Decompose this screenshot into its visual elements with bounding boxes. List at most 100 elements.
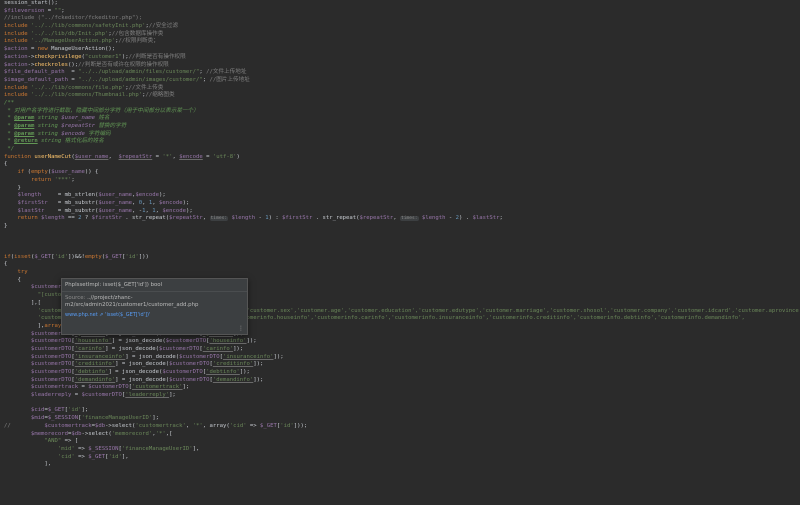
code-line[interactable]: */ (0, 146, 800, 154)
code-line[interactable]: * 对用户名字符进行截取，隐藏中间部分字符（用于中间部分以表示某一个） (0, 108, 800, 116)
code-token: )) { (84, 169, 99, 176)
more-options-icon[interactable]: ⋮ (238, 325, 244, 332)
code-token: string (34, 130, 62, 137)
code-line[interactable]: $image_default_path = "../../upload/admi… (0, 77, 800, 85)
code-line[interactable]: $length = mb_strlen($user_name,$encode); (0, 192, 800, 200)
code-line[interactable] (0, 400, 800, 408)
code-line[interactable]: $customerDTO['debtinfo'] = json_decode($… (0, 369, 800, 377)
code-line[interactable]: $customertrack = $customerDTO['customert… (0, 384, 800, 392)
code-token: $_SESSION (88, 445, 119, 452)
code-line[interactable]: try (0, 269, 800, 277)
code-line[interactable]: include '../../lib/commons/safetyInit.ph… (0, 23, 800, 31)
code-token: 替换的字符 (94, 123, 127, 129)
code-token: $repeatStr (61, 123, 95, 129)
code-line[interactable]: include '../../lib/commons/Thumbnail.php… (0, 92, 800, 100)
code-token: $length (41, 215, 65, 222)
code-line[interactable]: $fileversion = ""; (0, 8, 800, 16)
code-line[interactable]: $memorecord=$db->select('memorecord','*'… (0, 431, 800, 439)
code-line[interactable]: $customerDTO['demandinfo'] = json_decode… (0, 377, 800, 385)
code-token: $image_default_path (4, 76, 68, 83)
code-line[interactable]: $customerDTO['carinfo'] = json_decode($c… (0, 346, 800, 354)
php-docs-link[interactable]: www.php.net ⇗ 'isset($_GET['id'])' (62, 309, 247, 318)
code-line[interactable] (0, 238, 800, 246)
code-line[interactable]: $mid=$_SESSION['financeManageUserID']; (0, 415, 800, 423)
code-line[interactable] (0, 231, 800, 239)
code-token: == (64, 215, 79, 222)
code-token: times: (209, 216, 229, 222)
code-line[interactable]: $customerDTO['creditinfo'] = json_decode… (0, 361, 800, 369)
code-token: session_start(); (4, 0, 58, 6)
code-line[interactable]: } (0, 223, 800, 231)
code-token: @param (14, 123, 35, 129)
tooltip-source-label: Source: (65, 295, 86, 301)
code-token: - (255, 215, 266, 222)
code-token: $action (4, 61, 28, 68)
code-editor[interactable]: session_start(); $fileversion = "";//incl… (0, 0, 800, 505)
code-token: , (132, 199, 139, 206)
quick-documentation-popup: PhpIssetImpl: isset($_GET['id']) bool So… (61, 278, 248, 335)
code-line[interactable]: 'cid' => $_GET['id'], (0, 454, 800, 462)
code-line[interactable]: session_start(); (0, 0, 800, 8)
code-line[interactable]: * @param string $repeatStr 替换的字符 (0, 123, 800, 131)
code-token: $customerDTO (165, 338, 207, 345)
code-line[interactable] (0, 246, 800, 254)
code-token: ], (4, 322, 45, 329)
code-line[interactable]: $cid=$_GET['id']; (0, 407, 800, 415)
code-line[interactable]: return $length == 2 ? $firstStr . str_re… (0, 215, 800, 223)
code-line[interactable]: ], (0, 461, 800, 469)
code-token: //安全过滤 (148, 23, 178, 30)
code-token: ]); (246, 338, 257, 345)
code-line[interactable]: { (0, 261, 800, 269)
code-token: 'id' (280, 422, 294, 429)
code-token: 'insuranceinfo' (74, 353, 126, 360)
code-token: ] = json_decode( (108, 369, 163, 375)
code-line[interactable]: $action = new ManageUserAction(); (0, 46, 800, 54)
code-token: '*' (155, 430, 166, 437)
code-line[interactable]: $leaderreply = $customerDTO['leaderreply… (0, 392, 800, 400)
code-line[interactable]: { (0, 161, 800, 169)
code-line[interactable]: // $customertrack=$db->select('customert… (0, 423, 800, 431)
code-token: '../../lib/commons/Thumbnail.php' (30, 92, 143, 99)
code-token: ; (61, 7, 65, 14)
code-token: * (4, 115, 15, 122)
code-line[interactable]: if (empty($user_name)) { (0, 169, 800, 177)
code-line[interactable]: $firstStr = mb_substr($user_name, 0, 1, … (0, 200, 800, 208)
code-line[interactable]: function userNameCut($user_name, $repeat… (0, 154, 800, 162)
code-token: //缩略图类 (145, 92, 175, 99)
code-line[interactable]: 'mid' => $_SESSION['financeManageUserID'… (0, 446, 800, 454)
code-line[interactable]: $lastStr = mb_substr($user_name, -1, 1, … (0, 208, 800, 216)
code-line[interactable]: "AND" => [ (0, 438, 800, 446)
code-line[interactable]: * @param string $encode 字符编码 (0, 131, 800, 139)
code-line[interactable]: include '../ManageUserAction.php';//权限判断… (0, 38, 800, 46)
code-line[interactable]: $file_default_path = "../../upload/admin… (0, 69, 800, 77)
code-line[interactable]: return '***'; (0, 177, 800, 185)
code-line[interactable]: * @param string $user_name 姓名 (0, 115, 800, 123)
code-line[interactable]: $customerDTO['houseinfo'] = json_decode(… (0, 338, 800, 346)
code-token: => (246, 422, 261, 429)
code-line[interactable]: } (0, 185, 800, 193)
code-token: , (142, 199, 149, 206)
code-token: . str_repeat( (121, 215, 170, 222)
code-token: 格式化后的姓名 (64, 138, 104, 145)
code-line[interactable]: //include ("../fckeditor/fckeditor.php")… (0, 15, 800, 23)
code-token: "../../upload/admin/images/customer/" (78, 76, 203, 83)
code-line[interactable]: $action->checkprivilege("customer1");//判… (0, 54, 800, 62)
code-line[interactable]: $customerDTO['insuranceinfo'] = json_dec… (0, 354, 800, 362)
code-line[interactable]: /** (0, 100, 800, 108)
code-token: include (4, 38, 28, 45)
code-token: * 对用户名字符进行截取，隐藏中间部分字符（用于中间部分以表示某一个） (4, 107, 199, 114)
code-line[interactable]: * @return string 格式化后的姓名 (0, 138, 800, 146)
code-token: $repeatStr (169, 215, 203, 222)
code-token: ] = json_decode( (115, 361, 170, 368)
code-token: '../../lib/commons/file.php' (30, 84, 126, 91)
code-token: $customerDTO (169, 361, 210, 368)
code-line[interactable]: if(isset($_GET['id'])&&!empty($_GET['id'… (0, 254, 800, 262)
